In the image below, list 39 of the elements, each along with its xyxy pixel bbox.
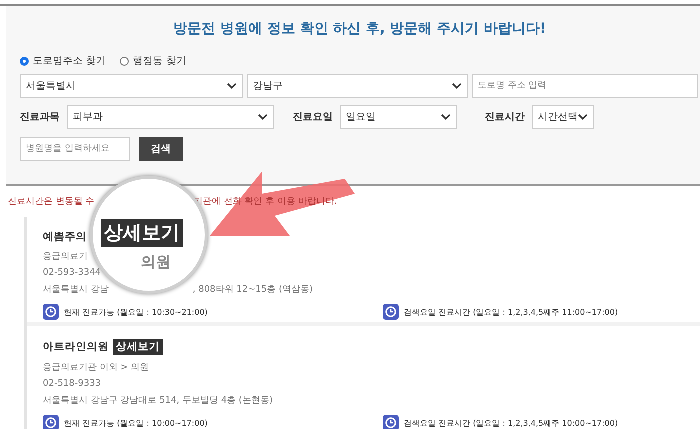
dropdown[interactable]: 일요일 [340, 105, 457, 129]
dropdown[interactable]: 강남구 [247, 74, 468, 98]
address-input[interactable]: 도로명 주소 입력 [472, 74, 698, 98]
phone-text: 02-518-9333 [43, 379, 102, 389]
filter-label: 진료시간 [485, 111, 525, 124]
address-text: , 808타워 12~15층 (역삼동) [192, 284, 313, 296]
hours-text: 검색요일 진료시간 (일요일 : 1,2,3,4,5째주 10:00~17:00) [404, 418, 618, 428]
address-text: 서울특별시 강남 [43, 284, 109, 296]
radio-option[interactable]: 행정동 찾기 [120, 54, 186, 68]
address-text: 서울특별시 강남구 강남대로 514, 두보빌딩 4층 (논현동) [43, 395, 273, 407]
filter-label: 진료요일 [293, 111, 333, 124]
caret-icon [578, 114, 588, 120]
dropdown[interactable]: 서울특별시 [20, 74, 243, 98]
category-text: 응급의료기 [43, 251, 88, 263]
dropdown[interactable]: 시간선택 [532, 105, 594, 129]
hours-text: 현재 진료가능 (월요일 : 10:30~21:00) [64, 306, 208, 318]
clock-icon [43, 304, 59, 320]
caret-icon [227, 82, 237, 90]
page-title: 방문전 병원에 정보 확인 하신 후, 방문해 주시기 바랍니다! [172, 20, 548, 38]
hours-text: 검색요일 진료시간 (일요일 : 1,2,3,4,5째주 11:00~17:00) [404, 306, 618, 318]
filter-label: 진료과목 [20, 111, 60, 124]
caret-icon [452, 82, 462, 90]
hospital-name: 아트라인의원 [43, 340, 109, 354]
details-button[interactable]: 상세보기 [113, 339, 163, 355]
clock-icon [43, 415, 59, 429]
phone-text: 02-593-3344 [43, 268, 102, 278]
radio-option[interactable]: 도로명주소 찾기 [20, 54, 106, 68]
caret-icon [258, 114, 268, 120]
clock-icon [383, 415, 399, 429]
hospital-name: 예쁨주의 [43, 230, 87, 244]
caret-icon [441, 114, 451, 120]
notice-text: 진료시간은 변동될 수 [8, 196, 96, 209]
name-input[interactable]: 병원명을 입력하세요 [20, 137, 130, 161]
category-text: 의원 [141, 253, 171, 272]
dropdown[interactable]: 피부과 [67, 105, 274, 129]
hours-text: 현재 진료가능 (월요일 : 10:00~17:00) [64, 418, 208, 428]
category-text: 응급의료기관 이외 > 의원 [43, 362, 150, 374]
clock-icon [383, 304, 399, 320]
search-button[interactable]: 검색 [139, 137, 183, 161]
